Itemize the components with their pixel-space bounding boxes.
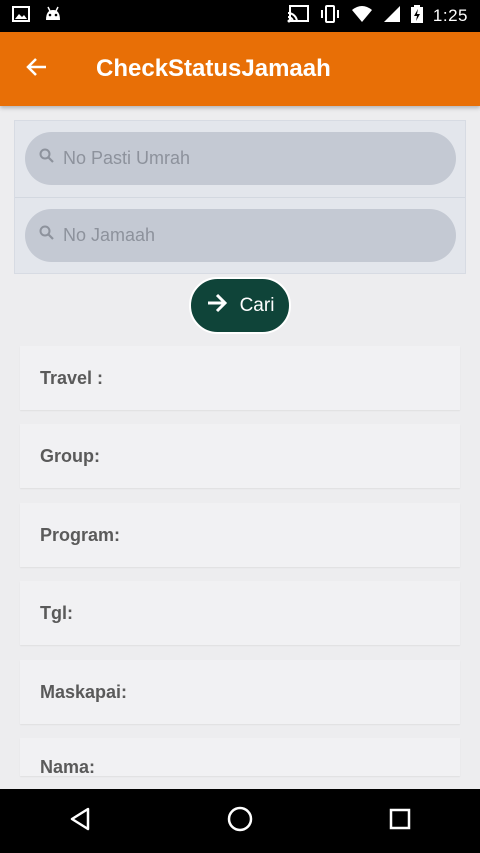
no-pasti-umrah-field[interactable] [25, 132, 456, 185]
battery-icon [410, 4, 423, 28]
nama-label: Nama: [40, 757, 96, 776]
tgl-label: Tgl: [40, 602, 73, 623]
page-title: CheckStatusJamaah [96, 55, 331, 82]
nav-recents-icon [388, 807, 412, 836]
program-field: Program: [20, 503, 460, 567]
program-label: Program: [40, 524, 121, 545]
nav-back-icon [67, 806, 93, 837]
travel-label: Travel : [40, 367, 104, 388]
search-icon [39, 225, 55, 246]
search-icon [39, 148, 55, 169]
travel-field: Travel : [20, 346, 460, 410]
nav-recents-button[interactable] [370, 791, 430, 851]
arrow-right-icon [206, 292, 228, 320]
cari-button-label: Cari [239, 294, 275, 316]
app-bar: CheckStatusJamaah [0, 32, 480, 106]
no-pasti-umrah-input[interactable] [61, 147, 425, 170]
maskapai-field: Maskapai: [20, 660, 460, 724]
status-bar: 1:25 [0, 0, 480, 32]
cari-button[interactable]: Cari [189, 277, 291, 334]
nama-field: Nama: [20, 738, 460, 776]
vibrate-icon [319, 4, 341, 28]
no-jamaah-input[interactable] [61, 224, 425, 247]
group-label: Group: [40, 445, 100, 466]
wifi-icon [351, 5, 373, 28]
android-icon [44, 6, 62, 27]
back-arrow-icon [25, 55, 49, 84]
tgl-field: Tgl: [20, 581, 460, 645]
image-icon [12, 5, 30, 27]
search-row [15, 198, 465, 274]
back-button[interactable] [0, 32, 74, 106]
status-time: 1:25 [432, 6, 468, 25]
maskapai-label: Maskapai: [40, 681, 128, 702]
search-panel [14, 120, 466, 274]
group-field: Group: [20, 424, 460, 488]
nav-home-button[interactable] [210, 791, 270, 851]
no-jamaah-field[interactable] [25, 209, 456, 262]
signal-icon [383, 5, 401, 28]
navigation-bar [0, 789, 480, 853]
cast-icon [287, 4, 309, 28]
search-row [15, 121, 465, 198]
nav-home-icon [226, 805, 254, 838]
nav-back-button[interactable] [50, 791, 110, 851]
